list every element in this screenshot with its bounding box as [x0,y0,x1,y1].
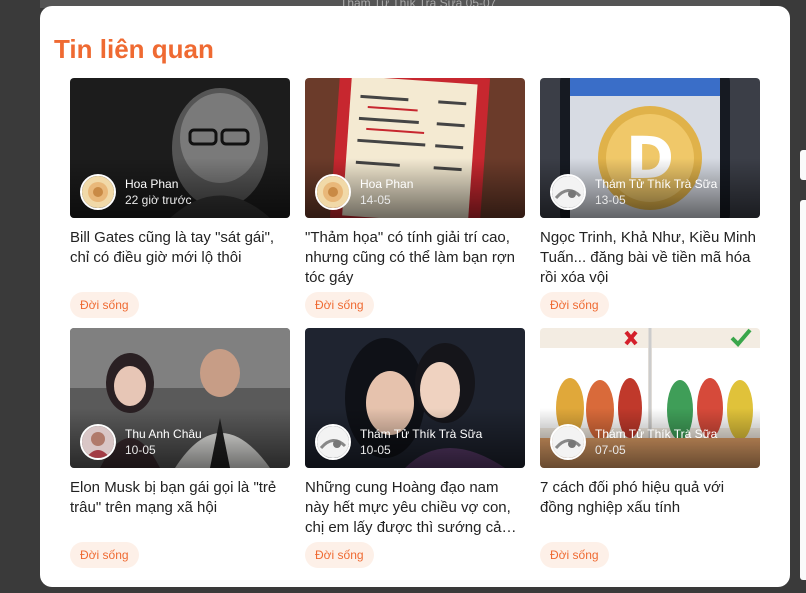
article-author: Hoa Phan 14-05 [315,174,413,210]
article-thumbnail[interactable]: Hoa Phan 14-05 [305,78,525,218]
article-author: Thám Tử Thík Trà Sữa 07-05 [550,424,717,460]
article-thumbnail[interactable]: D Thám Tử Thík Trà Sữa 13-05 [540,78,760,218]
side-panel-edge [800,150,806,180]
article-author: Thám Tử Thík Trà Sữa 13-05 [550,174,717,210]
post-date: 14-05 [360,193,391,207]
author-name[interactable]: Thám Tử Thík Trà Sữa [360,426,482,442]
post-date: 10-05 [125,443,156,457]
article-thumbnail[interactable]: Hoa Phan 22 giờ trước [70,78,290,218]
article-title[interactable]: "Thảm họa" có tính giải trí cao, nhưng c… [305,228,525,288]
article-title[interactable]: 7 cách đối phó hiệu quả với đồng nghiệp … [540,478,760,538]
article-card[interactable]: Hoa Phan 14-05 "Thảm họa" có tính giải t… [305,78,525,318]
modal-title: Tin liên quan [54,34,214,64]
article-card[interactable]: Hoa Phan 22 giờ trước Bill Gates cũng là… [70,78,290,318]
avatar-icon [550,424,586,460]
avatar-icon [80,424,116,460]
article-card[interactable]: D Thám Tử Thík Trà Sữa 13-05 Ngọc Trinh,… [540,78,760,318]
article-title[interactable]: Elon Musk bị bạn gái gọi là "trẻ trâu" t… [70,478,290,538]
article-grid: Hoa Phan 22 giờ trước Bill Gates cũng là… [70,78,760,568]
side-panel-edge [800,200,806,580]
article-card[interactable]: Thám Tử Thík Trà Sữa 10-05 Những cung Ho… [305,328,525,568]
post-date: 07-05 [595,443,626,457]
post-date: 13-05 [595,193,626,207]
post-date: 22 giờ trước [125,193,192,207]
article-author: Hoa Phan 22 giờ trước [80,174,191,210]
avatar-icon [315,174,351,210]
category-tag[interactable]: Đời sống [305,292,374,318]
article-title[interactable]: Bill Gates cũng là tay "sát gái", chỉ có… [70,228,290,288]
category-tag[interactable]: Đời sống [305,542,374,568]
article-author: Thu Anh Châu 10-05 [80,424,202,460]
article-author: Thám Tử Thík Trà Sữa 10-05 [315,424,482,460]
avatar-icon [550,174,586,210]
article-card[interactable]: Thu Anh Châu 10-05 Elon Musk bị bạn gái … [70,328,290,568]
avatar-icon [315,424,351,460]
author-name[interactable]: Hoa Phan [360,176,413,192]
category-tag[interactable]: Đời sống [540,542,609,568]
article-title[interactable]: Những cung Hoàng đạo nam này hết mực yêu… [305,478,525,538]
author-name[interactable]: Hoa Phan [125,176,191,192]
article-thumbnail[interactable]: Thu Anh Châu 10-05 [70,328,290,468]
category-tag[interactable]: Đời sống [70,292,139,318]
author-name[interactable]: Thám Tử Thík Trà Sữa [595,426,717,442]
related-news-modal: Tin liên quan Hoa Phan 22 giờ trước Bill… [40,6,790,587]
category-tag[interactable]: Đời sống [70,542,139,568]
avatar-icon [80,174,116,210]
article-title[interactable]: Ngọc Trinh, Khả Như, Kiều Minh Tuấn... đ… [540,228,760,288]
category-tag[interactable]: Đời sống [540,292,609,318]
author-name[interactable]: Thám Tử Thík Trà Sữa [595,176,717,192]
article-thumbnail[interactable]: Thám Tử Thík Trà Sữa 07-05 [540,328,760,468]
article-thumbnail[interactable]: Thám Tử Thík Trà Sữa 10-05 [305,328,525,468]
author-name[interactable]: Thu Anh Châu [125,426,202,442]
post-date: 10-05 [360,443,391,457]
article-card[interactable]: Thám Tử Thík Trà Sữa 07-05 7 cách đối ph… [540,328,760,568]
